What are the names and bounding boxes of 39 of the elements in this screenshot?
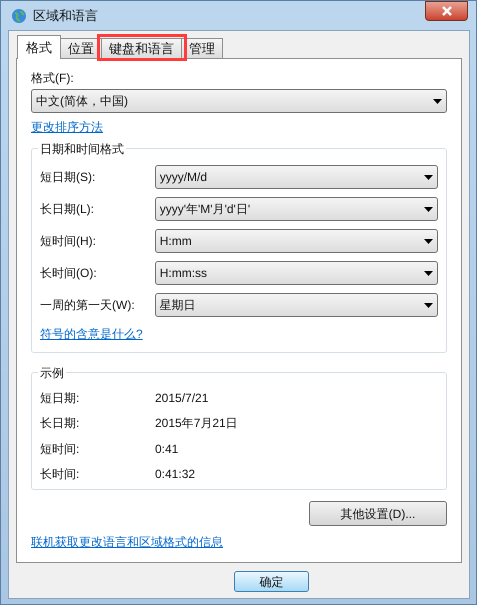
field-label: 长日期(L): — [40, 201, 95, 218]
example-label: 短时间: — [40, 440, 80, 458]
link[interactable]: 联机获取更改语言和区域格式的信息 — [31, 535, 223, 549]
dropdown-arrow-icon — [424, 238, 433, 244]
close-button[interactable] — [425, 1, 468, 21]
dropdown-arrow-icon — [424, 206, 433, 212]
dropdown-arrow-icon — [424, 174, 433, 180]
field-label: 长时间(O): — [40, 265, 98, 282]
example-label: 短日期: — [40, 390, 80, 407]
more-settings-button[interactable]: 其他设置(D)... — [309, 501, 447, 526]
dropdown[interactable]: yyyy/M/d — [154, 165, 438, 189]
field-label: 一周的第一天(W): — [40, 297, 136, 314]
link[interactable]: 更改排序方法 — [31, 120, 103, 134]
tab[interactable]: 管理 — [181, 38, 223, 58]
field-label: 短时间(H): — [40, 233, 97, 250]
ok-button[interactable]: 确定 — [234, 571, 309, 592]
dropdown[interactable]: H:mm — [154, 229, 438, 253]
tab[interactable]: 键盘和语言 — [101, 38, 182, 58]
dropdown[interactable]: 星期日 — [154, 293, 438, 317]
dropdown[interactable]: 中文(简体，中国) — [31, 89, 447, 113]
dropdown[interactable]: yyyy'年'M'月'd'日' — [154, 197, 438, 221]
example-label: 长日期: — [40, 415, 80, 432]
group-title: 日期和时间格式 — [38, 140, 126, 158]
dropdown-arrow-icon — [433, 98, 442, 104]
tab[interactable]: 格式 — [17, 35, 61, 59]
link[interactable]: 符号的含意是什么? — [40, 327, 143, 341]
example-value: 2015/7/21 — [155, 390, 208, 407]
dropdown-arrow-icon — [424, 270, 433, 276]
globe-icon — [11, 8, 27, 24]
dropdown[interactable]: H:mm:ss — [154, 261, 438, 285]
field-label: 格式(F): — [31, 70, 75, 87]
example-label: 长时间: — [40, 466, 80, 484]
window-title: 区域和语言 — [33, 7, 98, 26]
field-label: 短日期(S): — [40, 169, 96, 186]
example-value: 0:41 — [155, 440, 178, 458]
example-value: 0:41:32 — [155, 466, 196, 484]
dropdown-arrow-icon — [424, 302, 433, 308]
example-value: 2015年7月21日 — [155, 415, 238, 432]
close-icon — [440, 6, 452, 16]
